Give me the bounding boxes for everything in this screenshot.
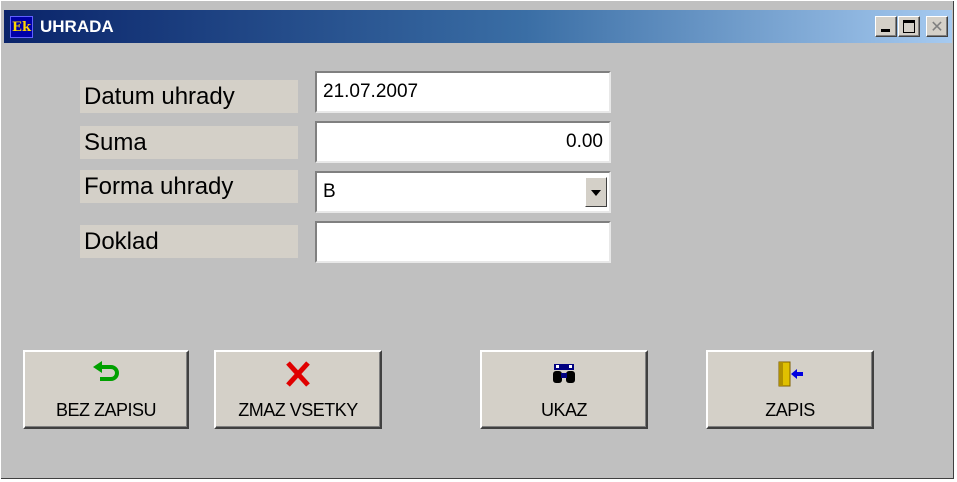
datum-uhrady-label: Datum uhrady (80, 80, 298, 113)
window-title: UHRADA (40, 17, 114, 36)
maximize-button[interactable] (898, 16, 920, 37)
forma-uhrady-label: Forma uhrady (80, 170, 298, 203)
forma-uhrady-select[interactable]: B (315, 171, 611, 213)
bez-zapisu-button[interactable]: BEZ ZAPISU (23, 350, 189, 429)
uhrada-window: Ek UHRADA ✕ Datum uhrady 21.07.2007 Suma… (0, 0, 955, 480)
title-bar[interactable]: Ek UHRADA ✕ (4, 10, 952, 43)
suma-label: Suma (80, 126, 298, 159)
suma-field[interactable]: 0.00 (315, 121, 611, 163)
binoculars-icon (553, 364, 575, 383)
doklad-field[interactable] (315, 221, 611, 263)
bez-zapisu-label: BEZ ZAPISU (55, 400, 157, 420)
close-button[interactable]: ✕ (926, 16, 948, 37)
datum-uhrady-field[interactable]: 21.07.2007 (315, 71, 611, 113)
close-icon: ✕ (930, 17, 944, 36)
app-icon: Ek (10, 16, 33, 38)
ukaz-button[interactable]: UKAZ (480, 350, 648, 429)
zmaz-vsetky-button[interactable]: ZMAZ VSETKY (214, 350, 382, 429)
forma-uhrady-value: B (323, 181, 336, 202)
zmaz-vsetky-label: ZMAZ VSETKY (238, 400, 358, 420)
dropdown-arrow-button[interactable] (585, 177, 607, 207)
red-x-icon (286, 361, 310, 387)
ukaz-label: UKAZ (540, 400, 588, 420)
undo-arrow-icon (93, 361, 119, 381)
zapis-button[interactable]: ZAPIS (706, 350, 874, 429)
doklad-label: Doklad (80, 225, 298, 258)
minimize-button[interactable] (875, 16, 897, 37)
zapis-label: ZAPIS (765, 400, 815, 420)
door-exit-icon (778, 361, 803, 387)
